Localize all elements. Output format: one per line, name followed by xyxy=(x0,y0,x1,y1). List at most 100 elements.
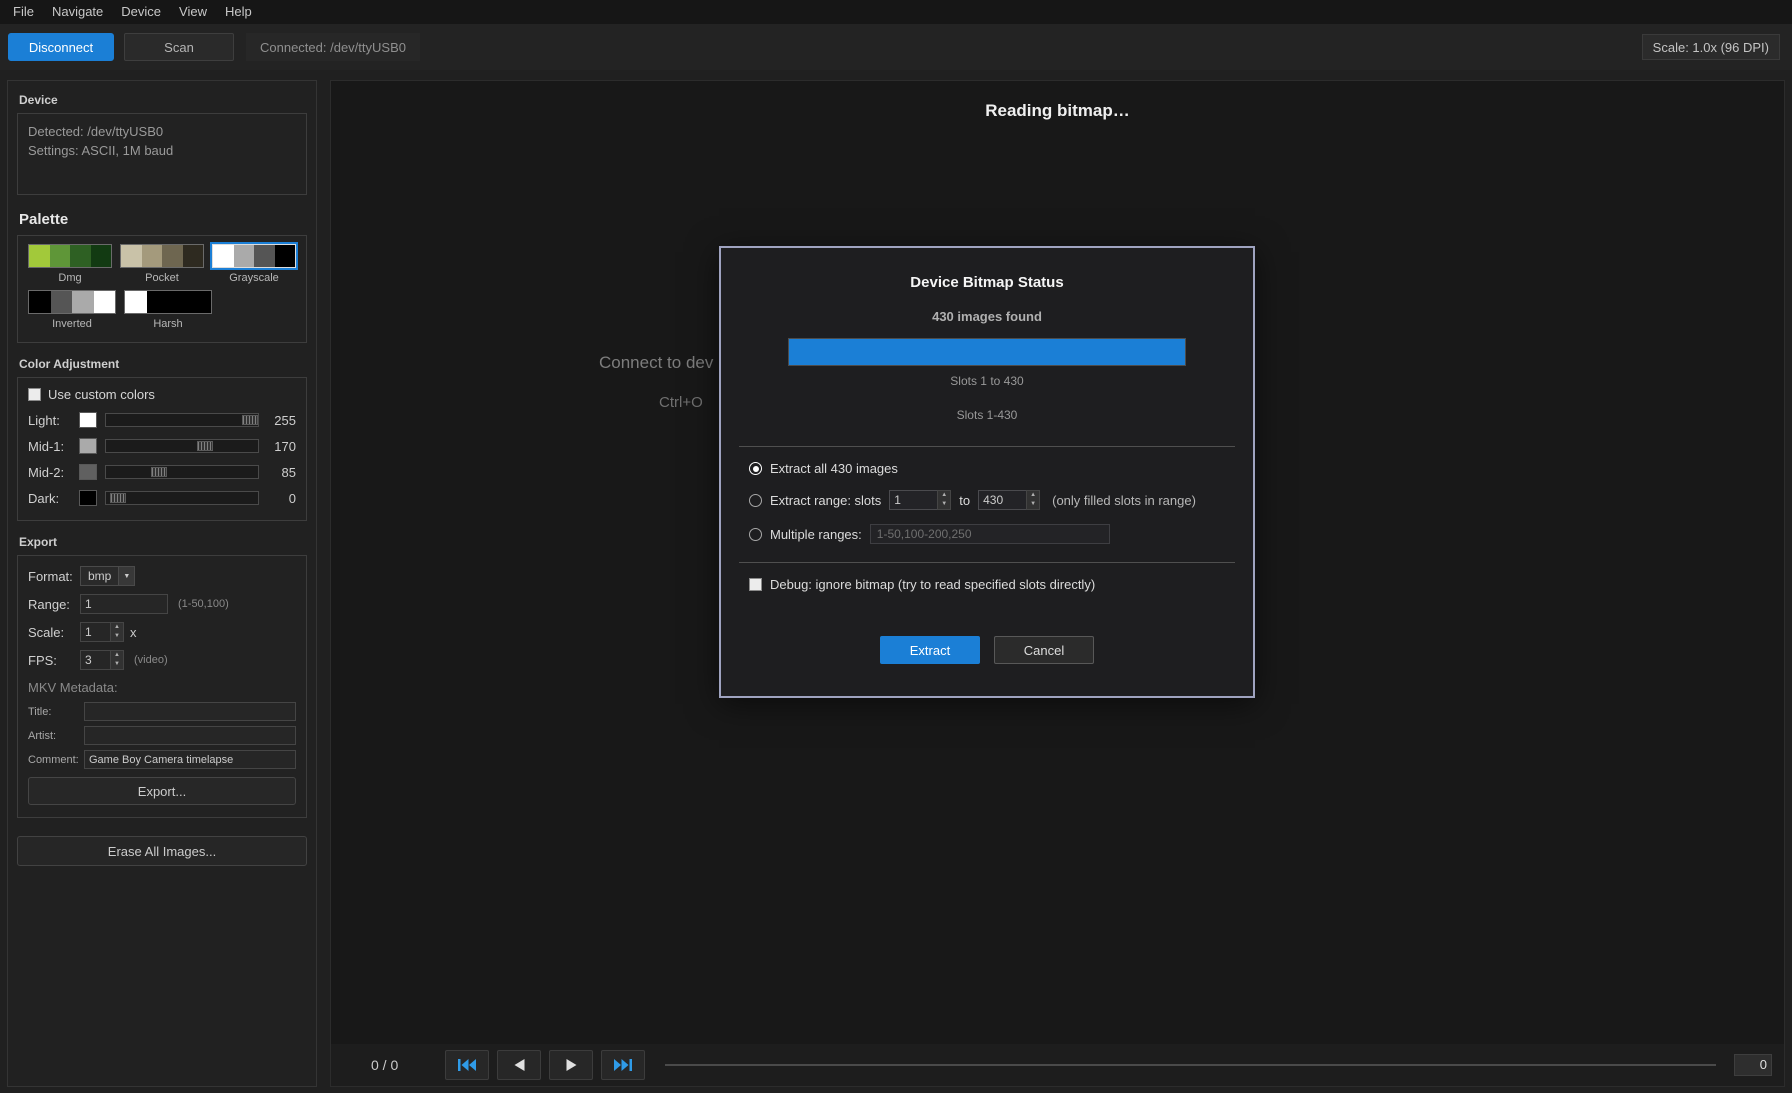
canvas-hint-text: Connect to dev xyxy=(599,353,713,373)
device-section-title: Device xyxy=(19,93,307,107)
sidebar: Device Detected: /dev/ttyUSB0 Settings: … xyxy=(7,80,317,1087)
multiple-ranges-input[interactable] xyxy=(870,524,1110,544)
scale-input[interactable] xyxy=(80,622,110,642)
title-input[interactable] xyxy=(84,702,296,721)
export-section-title: Export xyxy=(19,535,307,549)
slider-handle[interactable] xyxy=(197,441,213,451)
fps-input[interactable] xyxy=(80,650,110,670)
palette-swatch xyxy=(28,244,112,268)
debug-checkbox[interactable] xyxy=(749,578,762,591)
multiple-ranges-radio[interactable] xyxy=(749,528,762,541)
slider-color-swatch[interactable] xyxy=(79,412,97,428)
palette-swatch xyxy=(212,244,296,268)
spin-down-icon[interactable]: ▼ xyxy=(111,660,123,669)
use-custom-colors-checkbox[interactable] xyxy=(28,388,41,401)
image-canvas: Reading bitmap… Connect to dev Ctrl+O De… xyxy=(330,80,1785,1087)
timeline-slider[interactable] xyxy=(665,1064,1716,1066)
frame-number-input[interactable]: 0 xyxy=(1734,1054,1772,1076)
format-select[interactable]: bmp ▼ xyxy=(80,566,135,586)
scale-spinner[interactable]: ▲ ▼ xyxy=(80,622,124,642)
use-custom-colors-label: Use custom colors xyxy=(48,387,155,402)
spin-down-icon[interactable]: ▼ xyxy=(938,500,950,509)
spin-up-icon[interactable]: ▲ xyxy=(938,491,950,500)
fps-spinner[interactable]: ▲ ▼ xyxy=(80,650,124,670)
menu-item-navigate[interactable]: Navigate xyxy=(43,0,112,24)
range-filled-hint: (only filled slots in range) xyxy=(1052,493,1196,508)
menu-item-device[interactable]: Device xyxy=(112,0,170,24)
previous-frame-button[interactable] xyxy=(497,1050,541,1080)
range-from-spinner[interactable]: ▲ ▼ xyxy=(889,490,951,510)
slider-handle[interactable] xyxy=(110,493,126,503)
cancel-button[interactable]: Cancel xyxy=(994,636,1094,664)
format-label: Format: xyxy=(28,569,80,584)
palette-swatch xyxy=(120,244,204,268)
spin-down-icon[interactable]: ▼ xyxy=(1027,500,1039,509)
menu-item-view[interactable]: View xyxy=(170,0,216,24)
connection-status: Connected: /dev/ttyUSB0 xyxy=(246,33,420,61)
slider-handle[interactable] xyxy=(242,415,258,425)
frame-counter: 0 / 0 xyxy=(371,1057,423,1073)
spin-buttons[interactable]: ▲ ▼ xyxy=(1026,490,1040,510)
extract-range-radio[interactable] xyxy=(749,494,762,507)
divider xyxy=(739,562,1235,563)
play-icon xyxy=(566,1059,577,1071)
export-button[interactable]: Export... xyxy=(28,777,296,805)
light-slider[interactable] xyxy=(105,413,259,427)
range-input[interactable] xyxy=(80,594,168,614)
mid2-slider[interactable] xyxy=(105,465,259,479)
scale-label: Scale: xyxy=(28,625,80,640)
palette-item-inverted[interactable]: Inverted xyxy=(28,290,116,330)
slider-handle[interactable] xyxy=(151,467,167,477)
play-button[interactable] xyxy=(549,1050,593,1080)
slider-color-swatch[interactable] xyxy=(79,464,97,480)
comment-input[interactable] xyxy=(84,750,296,769)
artist-input[interactable] xyxy=(84,726,296,745)
range-to-input[interactable] xyxy=(978,490,1026,510)
reading-status-title: Reading bitmap… xyxy=(331,101,1784,121)
device-info-box: Detected: /dev/ttyUSB0 Settings: ASCII, … xyxy=(17,113,307,195)
extract-all-radio[interactable] xyxy=(749,462,762,475)
mid1-slider[interactable] xyxy=(105,439,259,453)
palette-label: Harsh xyxy=(124,318,212,330)
range-from-input[interactable] xyxy=(889,490,937,510)
palette-item-harsh[interactable]: Harsh xyxy=(124,290,212,330)
title-label: Title: xyxy=(28,706,84,718)
dark-slider[interactable] xyxy=(105,491,259,505)
palette-label: Dmg xyxy=(28,272,112,284)
spin-up-icon[interactable]: ▲ xyxy=(111,651,123,660)
spin-up-icon[interactable]: ▲ xyxy=(111,623,123,632)
menu-item-help[interactable]: Help xyxy=(216,0,261,24)
menu-item-file[interactable]: File xyxy=(4,0,43,24)
extract-all-label: Extract all 430 images xyxy=(770,461,898,476)
palette-item-dmg[interactable]: Dmg xyxy=(28,244,112,284)
extract-button[interactable]: Extract xyxy=(880,636,980,664)
spin-up-icon[interactable]: ▲ xyxy=(1027,491,1039,500)
color-adjustment-box: Use custom colors Light: 255 Mid-1: 170 … xyxy=(17,377,307,521)
palette-item-pocket[interactable]: Pocket xyxy=(120,244,204,284)
dark-slider-row: Dark: 0 xyxy=(28,490,296,506)
scan-button[interactable]: Scan xyxy=(124,33,234,61)
disconnect-button[interactable]: Disconnect xyxy=(8,33,114,61)
slider-color-swatch[interactable] xyxy=(79,490,97,506)
skip-first-icon xyxy=(458,1059,476,1071)
extract-range-label: Extract range: slots xyxy=(770,493,881,508)
range-to-spinner[interactable]: ▲ ▼ xyxy=(978,490,1040,510)
palette-item-grayscale[interactable]: Grayscale xyxy=(212,244,296,284)
first-frame-button[interactable] xyxy=(445,1050,489,1080)
spin-buttons[interactable]: ▲ ▼ xyxy=(937,490,951,510)
spin-buttons[interactable]: ▲ ▼ xyxy=(110,650,124,670)
skip-last-icon xyxy=(614,1059,632,1071)
palette-box: Dmg Pocket Grayscale Inverted xyxy=(17,235,307,343)
erase-all-images-button[interactable]: Erase All Images... xyxy=(17,836,307,866)
spin-down-icon[interactable]: ▼ xyxy=(111,632,123,641)
app-window: File Navigate Device View Help Disconnec… xyxy=(0,0,1792,1093)
range-to-word: to xyxy=(959,493,970,508)
light-slider-row: Light: 255 xyxy=(28,412,296,428)
playback-bar: 0 / 0 xyxy=(331,1044,1784,1086)
divider xyxy=(739,446,1235,447)
last-frame-button[interactable] xyxy=(601,1050,645,1080)
chevron-down-icon[interactable]: ▼ xyxy=(118,567,134,585)
slider-color-swatch[interactable] xyxy=(79,438,97,454)
images-found-text: 430 images found xyxy=(721,309,1253,324)
spin-buttons[interactable]: ▲ ▼ xyxy=(110,622,124,642)
